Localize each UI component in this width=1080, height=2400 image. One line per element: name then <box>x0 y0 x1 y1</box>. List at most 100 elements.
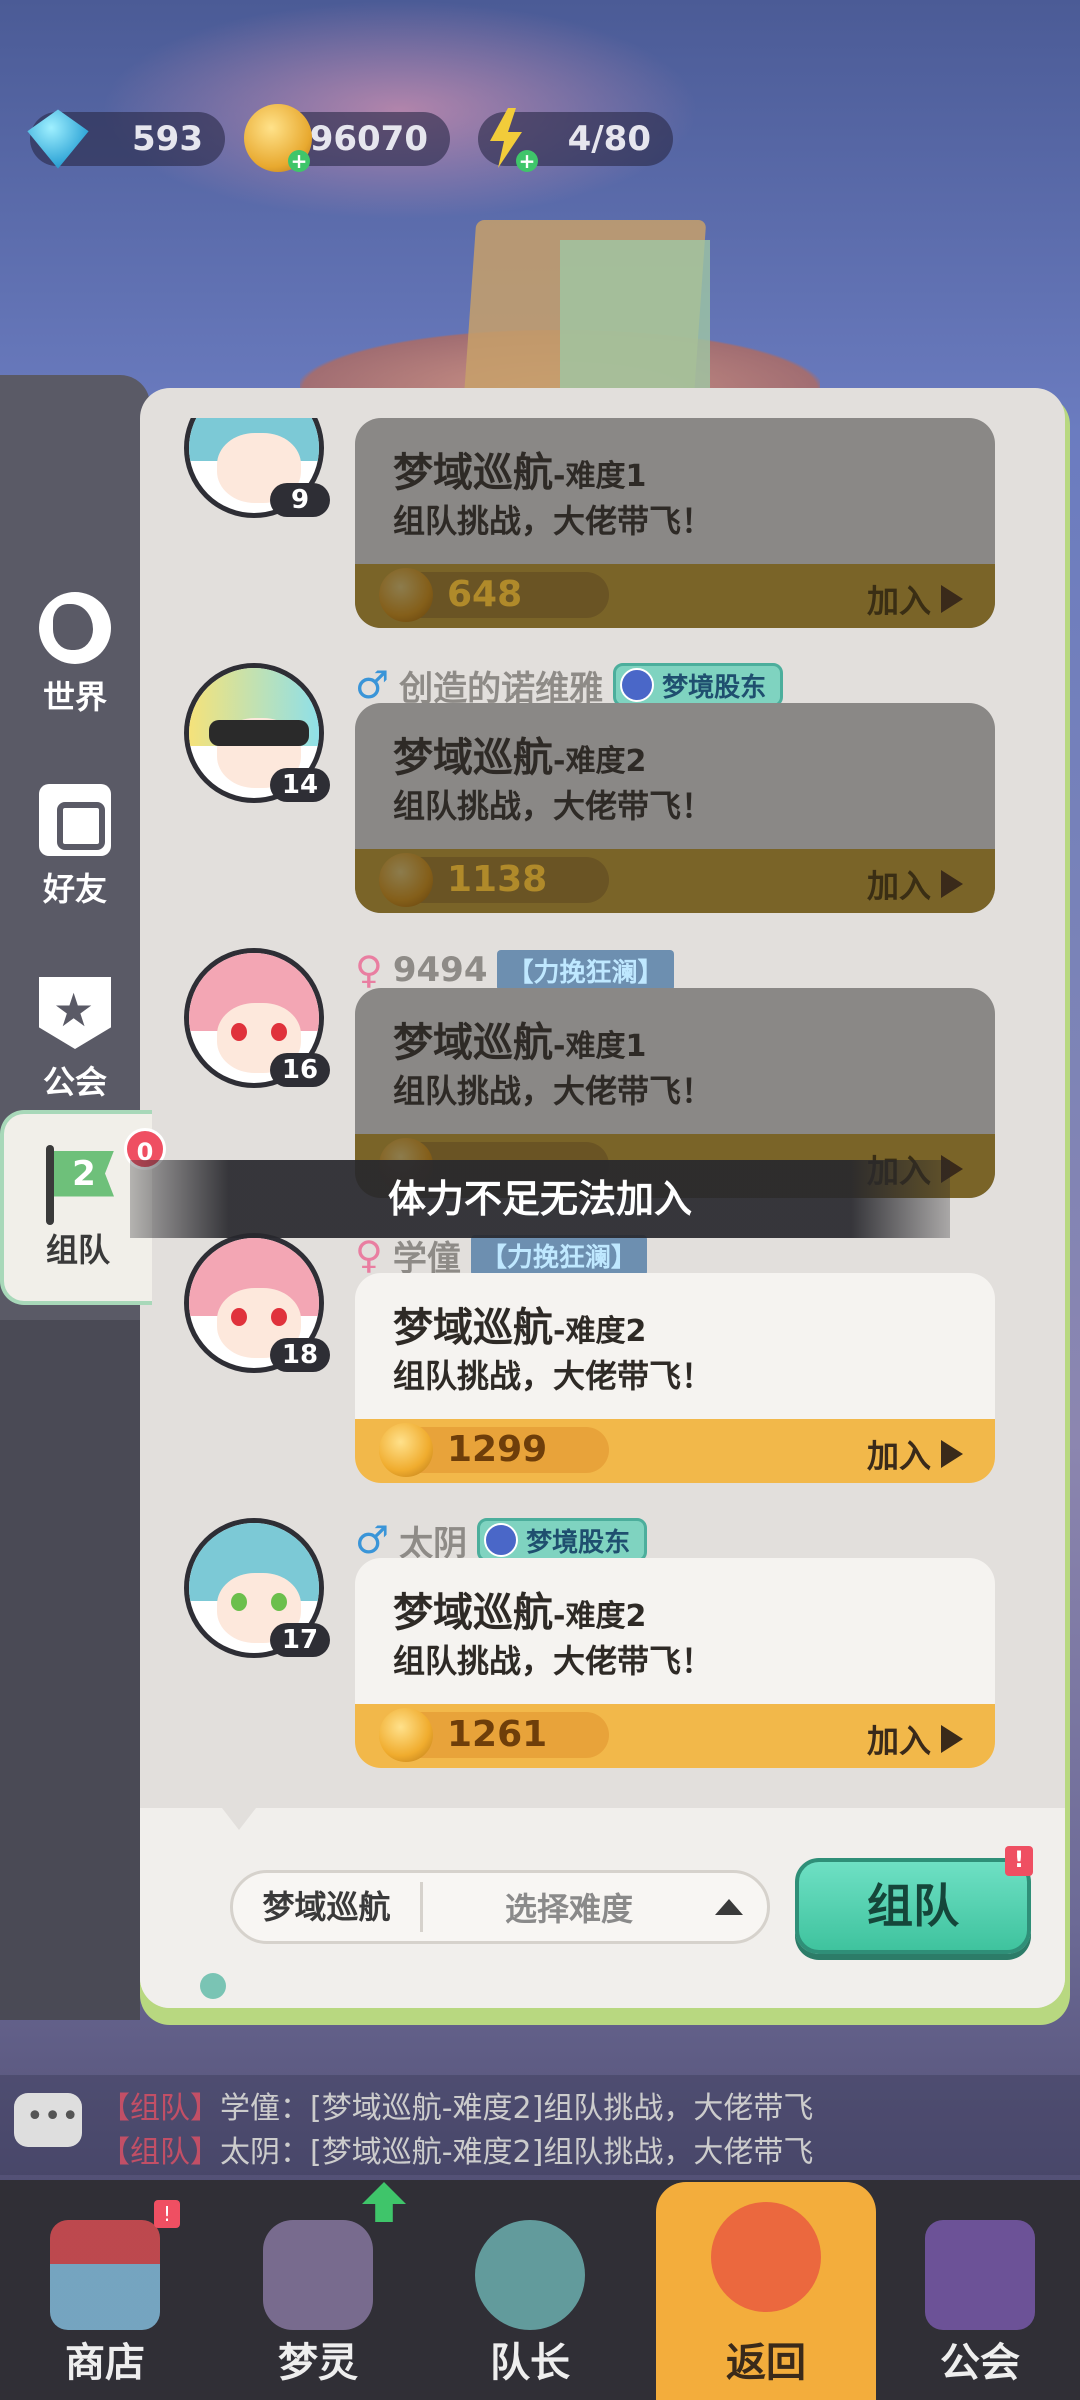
mission-subtitle: 组队挑战，大佬带飞！ <box>393 787 714 825</box>
mission-category[interactable]: 梦域巡航 <box>233 1882 423 1932</box>
avatar-eye <box>271 1593 287 1611</box>
tab-world[interactable]: 世界 <box>0 560 150 750</box>
chat-ticker[interactable]: 【组队】学僮：[梦域巡航-难度2]组队挑战，大佬带飞 【组队】太阴：[梦域巡航-… <box>0 2075 1080 2175</box>
mission-title: 梦域巡航-难度2 <box>393 1590 647 1636</box>
guild-icon <box>925 2220 1035 2330</box>
reward-pill: 1299 <box>379 1423 609 1477</box>
title-tag: 梦境股东 <box>613 663 784 707</box>
background-door-panel <box>560 240 710 390</box>
join-button[interactable]: 加入 <box>867 861 963 907</box>
female-icon: ♀ <box>355 1233 383 1277</box>
mission-title: 梦域巡航-难度1 <box>393 1020 647 1066</box>
avatar-eye <box>231 1023 247 1041</box>
shield-star-icon <box>39 977 111 1049</box>
mission-subtitle: 组队挑战，大佬带飞！ <box>393 1642 714 1680</box>
plus-icon: + <box>288 150 310 172</box>
plus-icon: + <box>516 150 538 172</box>
team-row: 14 ♂ 创造的诺维雅 梦境股东 梦域巡航-难度2 组队挑战，大佬带飞！ 113… <box>140 643 1065 923</box>
host-info: ♂ 创造的诺维雅 梦境股东 <box>355 663 784 709</box>
background-glow <box>100 0 700 220</box>
coin-icon <box>379 1423 433 1477</box>
tab-guild[interactable]: 公会 <box>0 945 150 1135</box>
nav-back[interactable]: 返回 <box>656 2182 876 2400</box>
chevron-up-icon[interactable] <box>715 1899 743 1915</box>
nav-captain[interactable]: 队长 <box>430 2200 630 2400</box>
avatar-eye <box>271 1308 287 1326</box>
join-button[interactable]: 加入 <box>867 576 963 622</box>
host-name: 9494 <box>392 950 488 990</box>
join-button[interactable]: 加入 <box>867 1431 963 1477</box>
globe-icon <box>39 592 111 664</box>
moon-icon <box>620 668 655 702</box>
tab-friends[interactable]: 好友 <box>0 752 150 942</box>
level-badge: 18 <box>270 1338 330 1372</box>
avatar-eye <box>231 1593 247 1611</box>
level-badge: 16 <box>270 1053 330 1087</box>
side-tab-bar-base <box>0 1320 140 2020</box>
play-arrow-icon <box>941 1440 963 1468</box>
mission-title: 梦域巡航-难度1 <box>393 450 647 496</box>
title-tag: 梦境股东 <box>477 1518 648 1562</box>
team-card[interactable]: 梦域巡航-难度2 组队挑战，大佬带飞！ 1138 加入 <box>355 703 995 913</box>
avatar-eye <box>231 1308 247 1326</box>
card-footer: 1261 加入 <box>355 1704 995 1768</box>
male-icon: ♂ <box>355 663 390 707</box>
notebook-icon <box>39 784 111 856</box>
flag-icon <box>42 1144 114 1225</box>
energy-counter[interactable]: + 4/80 <box>478 112 673 172</box>
spirit-icon <box>263 2220 373 2330</box>
create-team-button[interactable]: 组队 ! <box>795 1846 1033 1954</box>
mission-title: 梦域巡航-难度2 <box>393 735 647 781</box>
moon-icon <box>484 1523 519 1557</box>
team-list[interactable]: 9 梦域巡航-难度1 组队挑战，大佬带飞！ 648 加入 14 ♂ 创造的诺维雅… <box>140 418 1065 1803</box>
nav-spirit[interactable]: 梦灵 <box>218 2200 418 2400</box>
team-row: 17 ♂ 太阴 梦境股东 梦域巡航-难度2 组队挑战，大佬带飞！ 1261 加入 <box>140 1498 1065 1778</box>
gold-counter[interactable]: + 96070 <box>244 104 450 172</box>
diamond-counter[interactable]: 593 <box>27 109 225 169</box>
diamond-icon <box>27 109 89 169</box>
lightning-icon: + <box>472 104 540 172</box>
card-footer: 1138 加入 <box>355 849 995 913</box>
play-arrow-icon <box>941 870 963 898</box>
shop-icon <box>50 2220 160 2330</box>
mission-title: 梦域巡航-难度2 <box>393 1305 647 1351</box>
mask-icon <box>209 720 309 746</box>
team-row: 9 梦域巡航-难度1 组队挑战，大佬带飞！ 648 加入 <box>140 418 1065 638</box>
page-indicator-dot <box>200 1973 226 1999</box>
title-tag: 【力挽狂澜】 <box>470 1234 647 1276</box>
chat-message: 【组队】学僮：[梦域巡航-难度2]组队挑战，大佬带飞 <box>100 2091 814 2126</box>
reward-value: 1138 <box>447 859 548 900</box>
card-footer: 648 加入 <box>355 564 995 628</box>
gold-value: 96070 <box>309 119 428 159</box>
team-card[interactable]: 梦域巡航-难度2 组队挑战，大佬带飞！ 1299 加入 <box>355 1273 995 1483</box>
diamond-value: 593 <box>132 119 203 159</box>
title-tag: 【力挽狂澜】 <box>497 949 674 991</box>
team-card[interactable]: 梦域巡航-难度2 组队挑战，大佬带飞！ 1261 加入 <box>355 1558 995 1768</box>
team-card[interactable]: 梦域巡航-难度1 组队挑战，大佬带飞！ 648 加入 <box>355 418 995 628</box>
difficulty-placeholder[interactable]: 选择难度 <box>423 1884 715 1930</box>
level-badge: 17 <box>270 1623 330 1657</box>
nav-guild[interactable]: 公会 <box>880 2200 1080 2400</box>
reward-pill: 1138 <box>379 853 609 907</box>
gold-coin-icon: + <box>244 104 312 172</box>
male-icon: ♂ <box>355 1518 390 1562</box>
join-button[interactable]: 加入 <box>867 1716 963 1762</box>
host-info: ♀ 学僮 【力挽狂澜】 <box>355 1233 647 1279</box>
play-arrow-icon <box>941 1725 963 1753</box>
difficulty-select[interactable]: 梦域巡航 选择难度 <box>230 1870 770 1944</box>
captain-icon <box>475 2220 585 2330</box>
coin-icon <box>379 1708 433 1762</box>
avatar-eye <box>271 1023 287 1041</box>
reward-pill: 648 <box>379 568 609 622</box>
energy-value: 4/80 <box>567 119 651 159</box>
host-info: ♀ 9494 【力挽狂澜】 <box>355 948 674 992</box>
mission-subtitle: 组队挑战，大佬带飞！ <box>393 502 714 540</box>
reward-pill: 1261 <box>379 1708 609 1762</box>
card-footer: 1299 加入 <box>355 1419 995 1483</box>
shop-badge: ! <box>154 2200 180 2228</box>
notification-badge: ! <box>1005 1846 1033 1876</box>
reward-value: 1299 <box>447 1429 548 1470</box>
nav-shop[interactable]: 商店 <box>5 2200 205 2400</box>
back-arrow-icon <box>711 2202 821 2312</box>
chat-bubble-icon[interactable] <box>14 2093 82 2147</box>
